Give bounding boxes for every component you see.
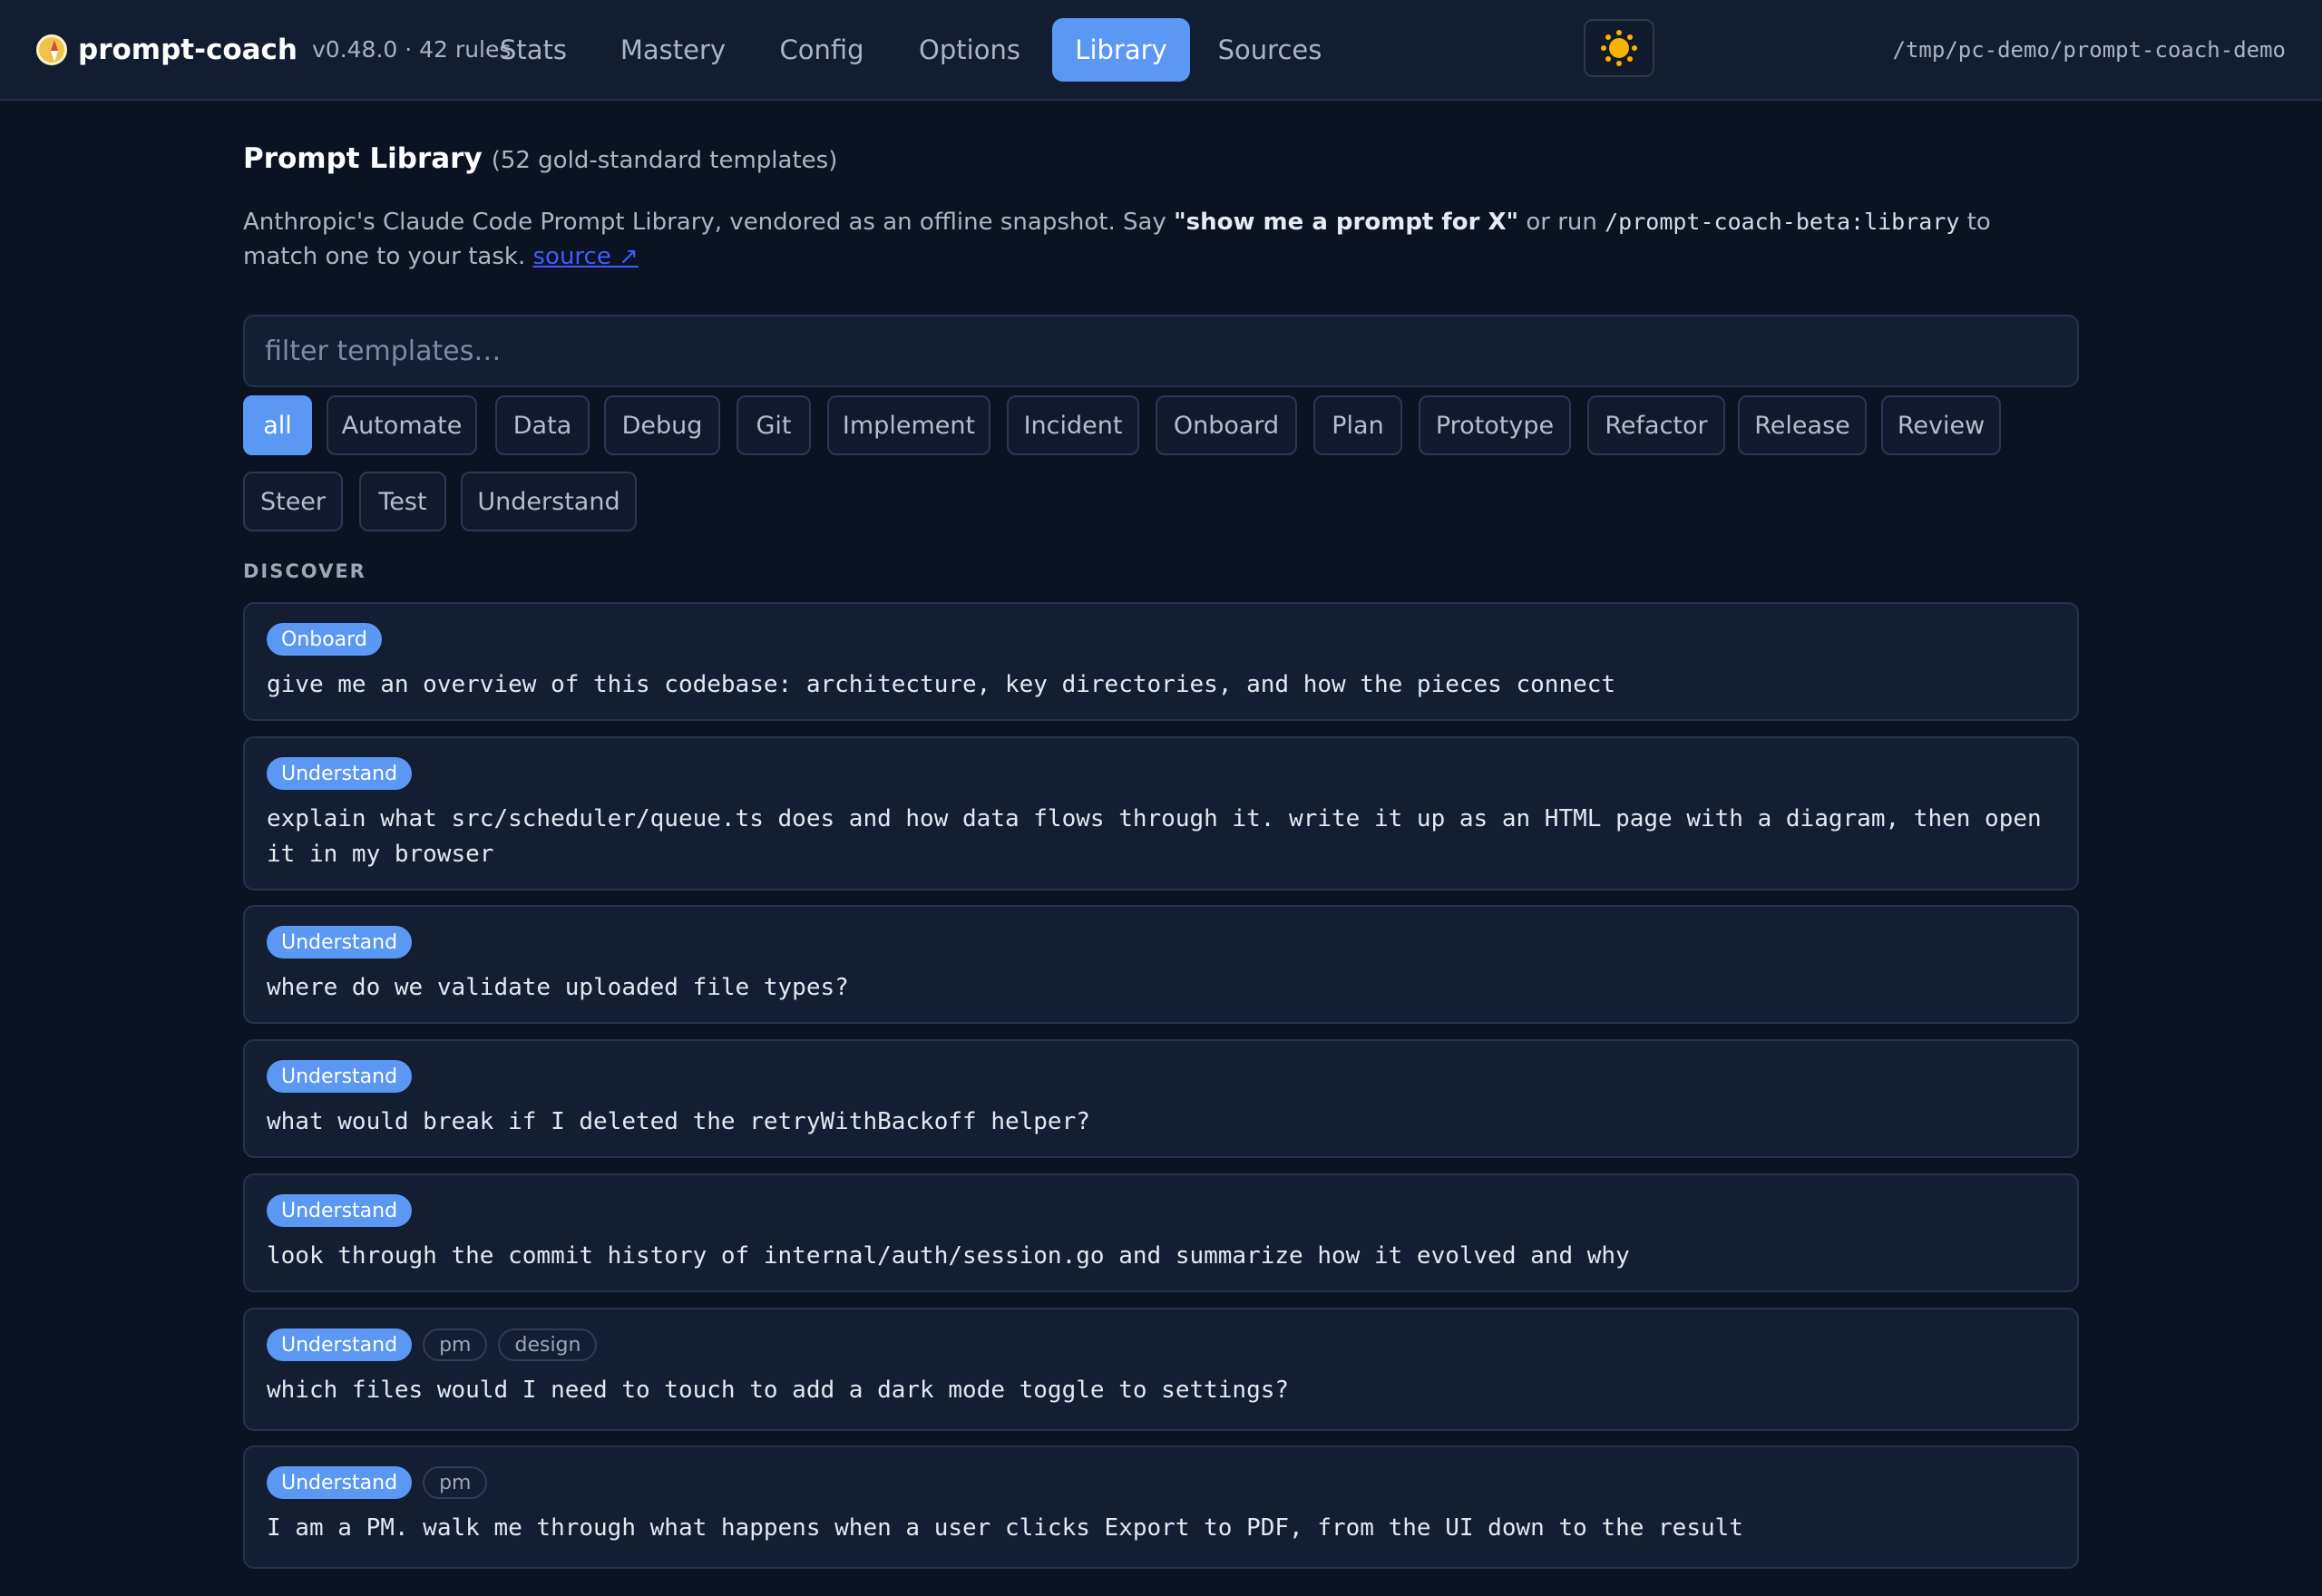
category-badge: Understand <box>267 1194 413 1227</box>
chip-refactor[interactable]: Refactor <box>1587 395 1725 455</box>
top-nav-bar: prompt-coach v0.48.0 · 42 rules Stats Ma… <box>0 0 2322 101</box>
tag-pm: pm <box>423 1466 488 1499</box>
library-description: Anthropic's Claude Code Prompt Library, … <box>243 205 2066 274</box>
tab-sources[interactable]: Sources <box>1210 18 1330 82</box>
template-prompt: I am a PM. walk me through what happens … <box>267 1514 1743 1542</box>
chip-all[interactable]: all <box>243 395 312 455</box>
category-badge: Understand <box>267 1466 413 1499</box>
card-tags: Understand pm design <box>267 1328 2055 1362</box>
chip-test[interactable]: Test <box>359 472 446 531</box>
chip-git[interactable]: Git <box>737 395 811 455</box>
theme-toggle-button[interactable] <box>1584 19 1654 77</box>
template-prompt: which files would I need to touch to add… <box>267 1377 1290 1404</box>
sun-icon <box>1609 38 1629 58</box>
tag-pm: pm <box>423 1328 488 1361</box>
tab-options[interactable]: Options <box>903 18 1036 82</box>
intro-text: or run <box>1518 209 1605 236</box>
intro-bold-phrase: "show me a prompt for X" <box>1174 209 1519 236</box>
card-tags: Understand <box>267 1059 2055 1094</box>
template-card[interactable]: Understand pm design which files would I… <box>243 1308 2079 1431</box>
template-count: (52 gold-standard templates) <box>491 147 838 174</box>
intro-text: Anthropic's Claude Code Prompt Library, … <box>243 209 1175 236</box>
filter-templates-input[interactable] <box>243 315 2079 387</box>
card-tags: Understand <box>267 1193 2055 1228</box>
chip-incident[interactable]: Incident <box>1007 395 1139 455</box>
template-prompt: look through the commit history of inter… <box>267 1242 1630 1270</box>
chip-debug[interactable]: Debug <box>604 395 720 455</box>
chip-plan[interactable]: Plan <box>1313 395 1402 455</box>
chip-steer[interactable]: Steer <box>243 472 343 531</box>
chip-onboard[interactable]: Onboard <box>1156 395 1297 455</box>
tab-library[interactable]: Library <box>1052 18 1190 82</box>
category-badge: Onboard <box>267 623 382 656</box>
template-card[interactable]: Understand where do we validate uploaded… <box>243 905 2079 1024</box>
brand[interactable]: prompt-coach v0.48.0 · 42 rules <box>36 0 511 99</box>
template-card[interactable]: Understand pm I am a PM. walk me through… <box>243 1445 2079 1569</box>
library-command: /prompt-coach-beta:library <box>1605 209 1960 235</box>
template-card[interactable]: Onboard give me an overview of this code… <box>243 602 2079 721</box>
card-tags: Understand <box>267 756 2055 791</box>
source-link[interactable]: source ↗ <box>533 243 639 270</box>
app-name: prompt-coach <box>78 33 298 66</box>
tag-design: design <box>498 1328 598 1361</box>
project-path: /tmp/pc-demo/prompt-coach-demo <box>1892 36 2286 63</box>
template-card[interactable]: Understand what would break if I deleted… <box>243 1039 2079 1158</box>
chip-data[interactable]: Data <box>495 395 590 455</box>
template-card[interactable]: Understand explain what src/scheduler/qu… <box>243 736 2079 890</box>
card-tags: Understand pm <box>267 1465 2055 1500</box>
app-version: v0.48.0 · 42 rules <box>312 36 512 63</box>
chip-automate[interactable]: Automate <box>327 395 477 455</box>
chip-implement[interactable]: Implement <box>827 395 990 455</box>
template-card[interactable]: Understand look through the commit histo… <box>243 1173 2079 1292</box>
category-badge: Understand <box>267 757 413 790</box>
category-badge: Understand <box>267 926 413 959</box>
card-tags: Understand <box>267 925 2055 959</box>
template-prompt: what would break if I deleted the retryW… <box>267 1108 1090 1135</box>
card-tags: Onboard <box>267 622 2055 657</box>
section-heading-discover: DISCOVER <box>243 560 366 582</box>
chip-understand[interactable]: Understand <box>461 472 637 531</box>
tab-stats[interactable]: Stats <box>490 18 577 82</box>
category-badge: Understand <box>267 1328 413 1361</box>
category-badge: Understand <box>267 1060 413 1093</box>
tab-config[interactable]: Config <box>769 18 874 82</box>
template-prompt: where do we validate uploaded file types… <box>267 974 849 1001</box>
tab-mastery[interactable]: Mastery <box>606 18 740 82</box>
chip-prototype[interactable]: Prototype <box>1419 395 1571 455</box>
page-title: Prompt Library <box>243 142 483 175</box>
chip-release[interactable]: Release <box>1738 395 1867 455</box>
library-heading: Prompt Library (52 gold-standard templat… <box>243 142 837 175</box>
compass-icon <box>36 34 67 65</box>
template-prompt: explain what src/scheduler/queue.ts does… <box>267 805 2042 868</box>
template-prompt: give me an overview of this codebase: ar… <box>267 671 1616 698</box>
chip-review[interactable]: Review <box>1881 395 2001 455</box>
